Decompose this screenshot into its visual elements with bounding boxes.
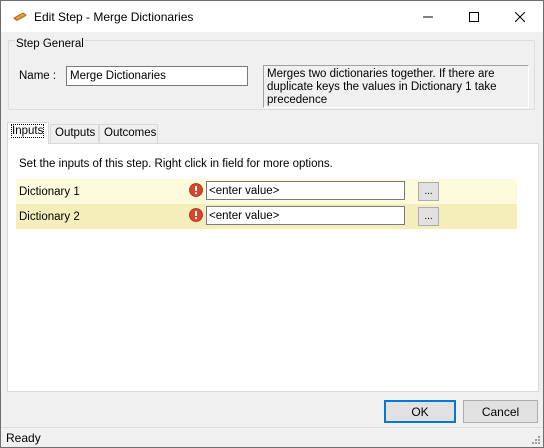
title-bar[interactable]: Edit Step - Merge Dictionaries: [1, 1, 543, 32]
status-bar: Ready: [1, 427, 543, 447]
error-icon: [189, 183, 203, 197]
ok-button[interactable]: OK: [384, 400, 456, 423]
close-button[interactable]: [497, 1, 543, 32]
inputs-panel: Set the inputs of this step. Right click…: [7, 143, 539, 392]
tab-inputs[interactable]: Inputs: [7, 122, 49, 144]
param-label: Dictionary 2: [19, 211, 80, 223]
dictionary-2-browse-button[interactable]: ...: [418, 207, 439, 226]
close-icon: [515, 11, 525, 22]
dictionary-2-input[interactable]: [206, 206, 405, 225]
window-title: Edit Step - Merge Dictionaries: [34, 9, 194, 24]
status-text: Ready: [6, 431, 41, 445]
error-icon: [189, 208, 203, 222]
tab-inputs-label: Inputs: [10, 124, 45, 138]
maximize-button[interactable]: [451, 1, 497, 32]
minimize-button[interactable]: [405, 1, 451, 32]
tab-outputs[interactable]: Outputs: [50, 124, 99, 143]
dialog-body: Step General Name : Merges two dictionar…: [1, 32, 543, 447]
dictionary-1-browse-button[interactable]: ...: [418, 182, 439, 201]
param-row-dictionary-2: Dictionary 2 ...: [16, 204, 517, 229]
step-edit-icon: [13, 12, 27, 21]
dialog-window: Edit Step - Merge Dictionaries Step Gene…: [0, 0, 544, 448]
param-row-dictionary-1: Dictionary 1 ...: [16, 179, 517, 204]
step-general-group: Step General Name : Merges two dictionar…: [8, 38, 535, 110]
tab-outcomes-label: Outcomes: [104, 127, 157, 139]
name-label: Name :: [19, 70, 57, 82]
name-input[interactable]: [66, 66, 248, 86]
minimize-icon: [423, 16, 433, 17]
maximize-icon: [469, 11, 479, 22]
cancel-button[interactable]: Cancel: [463, 400, 538, 423]
inputs-hint: Set the inputs of this step. Right click…: [19, 158, 333, 170]
group-legend: Step General: [15, 38, 85, 50]
description-text: Merges two dictionaries together. If the…: [263, 65, 529, 108]
resize-grip-icon[interactable]: [529, 433, 541, 445]
tab-outcomes[interactable]: Outcomes: [99, 124, 158, 143]
dictionary-1-input[interactable]: [206, 181, 405, 200]
param-label: Dictionary 1: [19, 186, 80, 198]
tab-outputs-label: Outputs: [55, 127, 96, 139]
